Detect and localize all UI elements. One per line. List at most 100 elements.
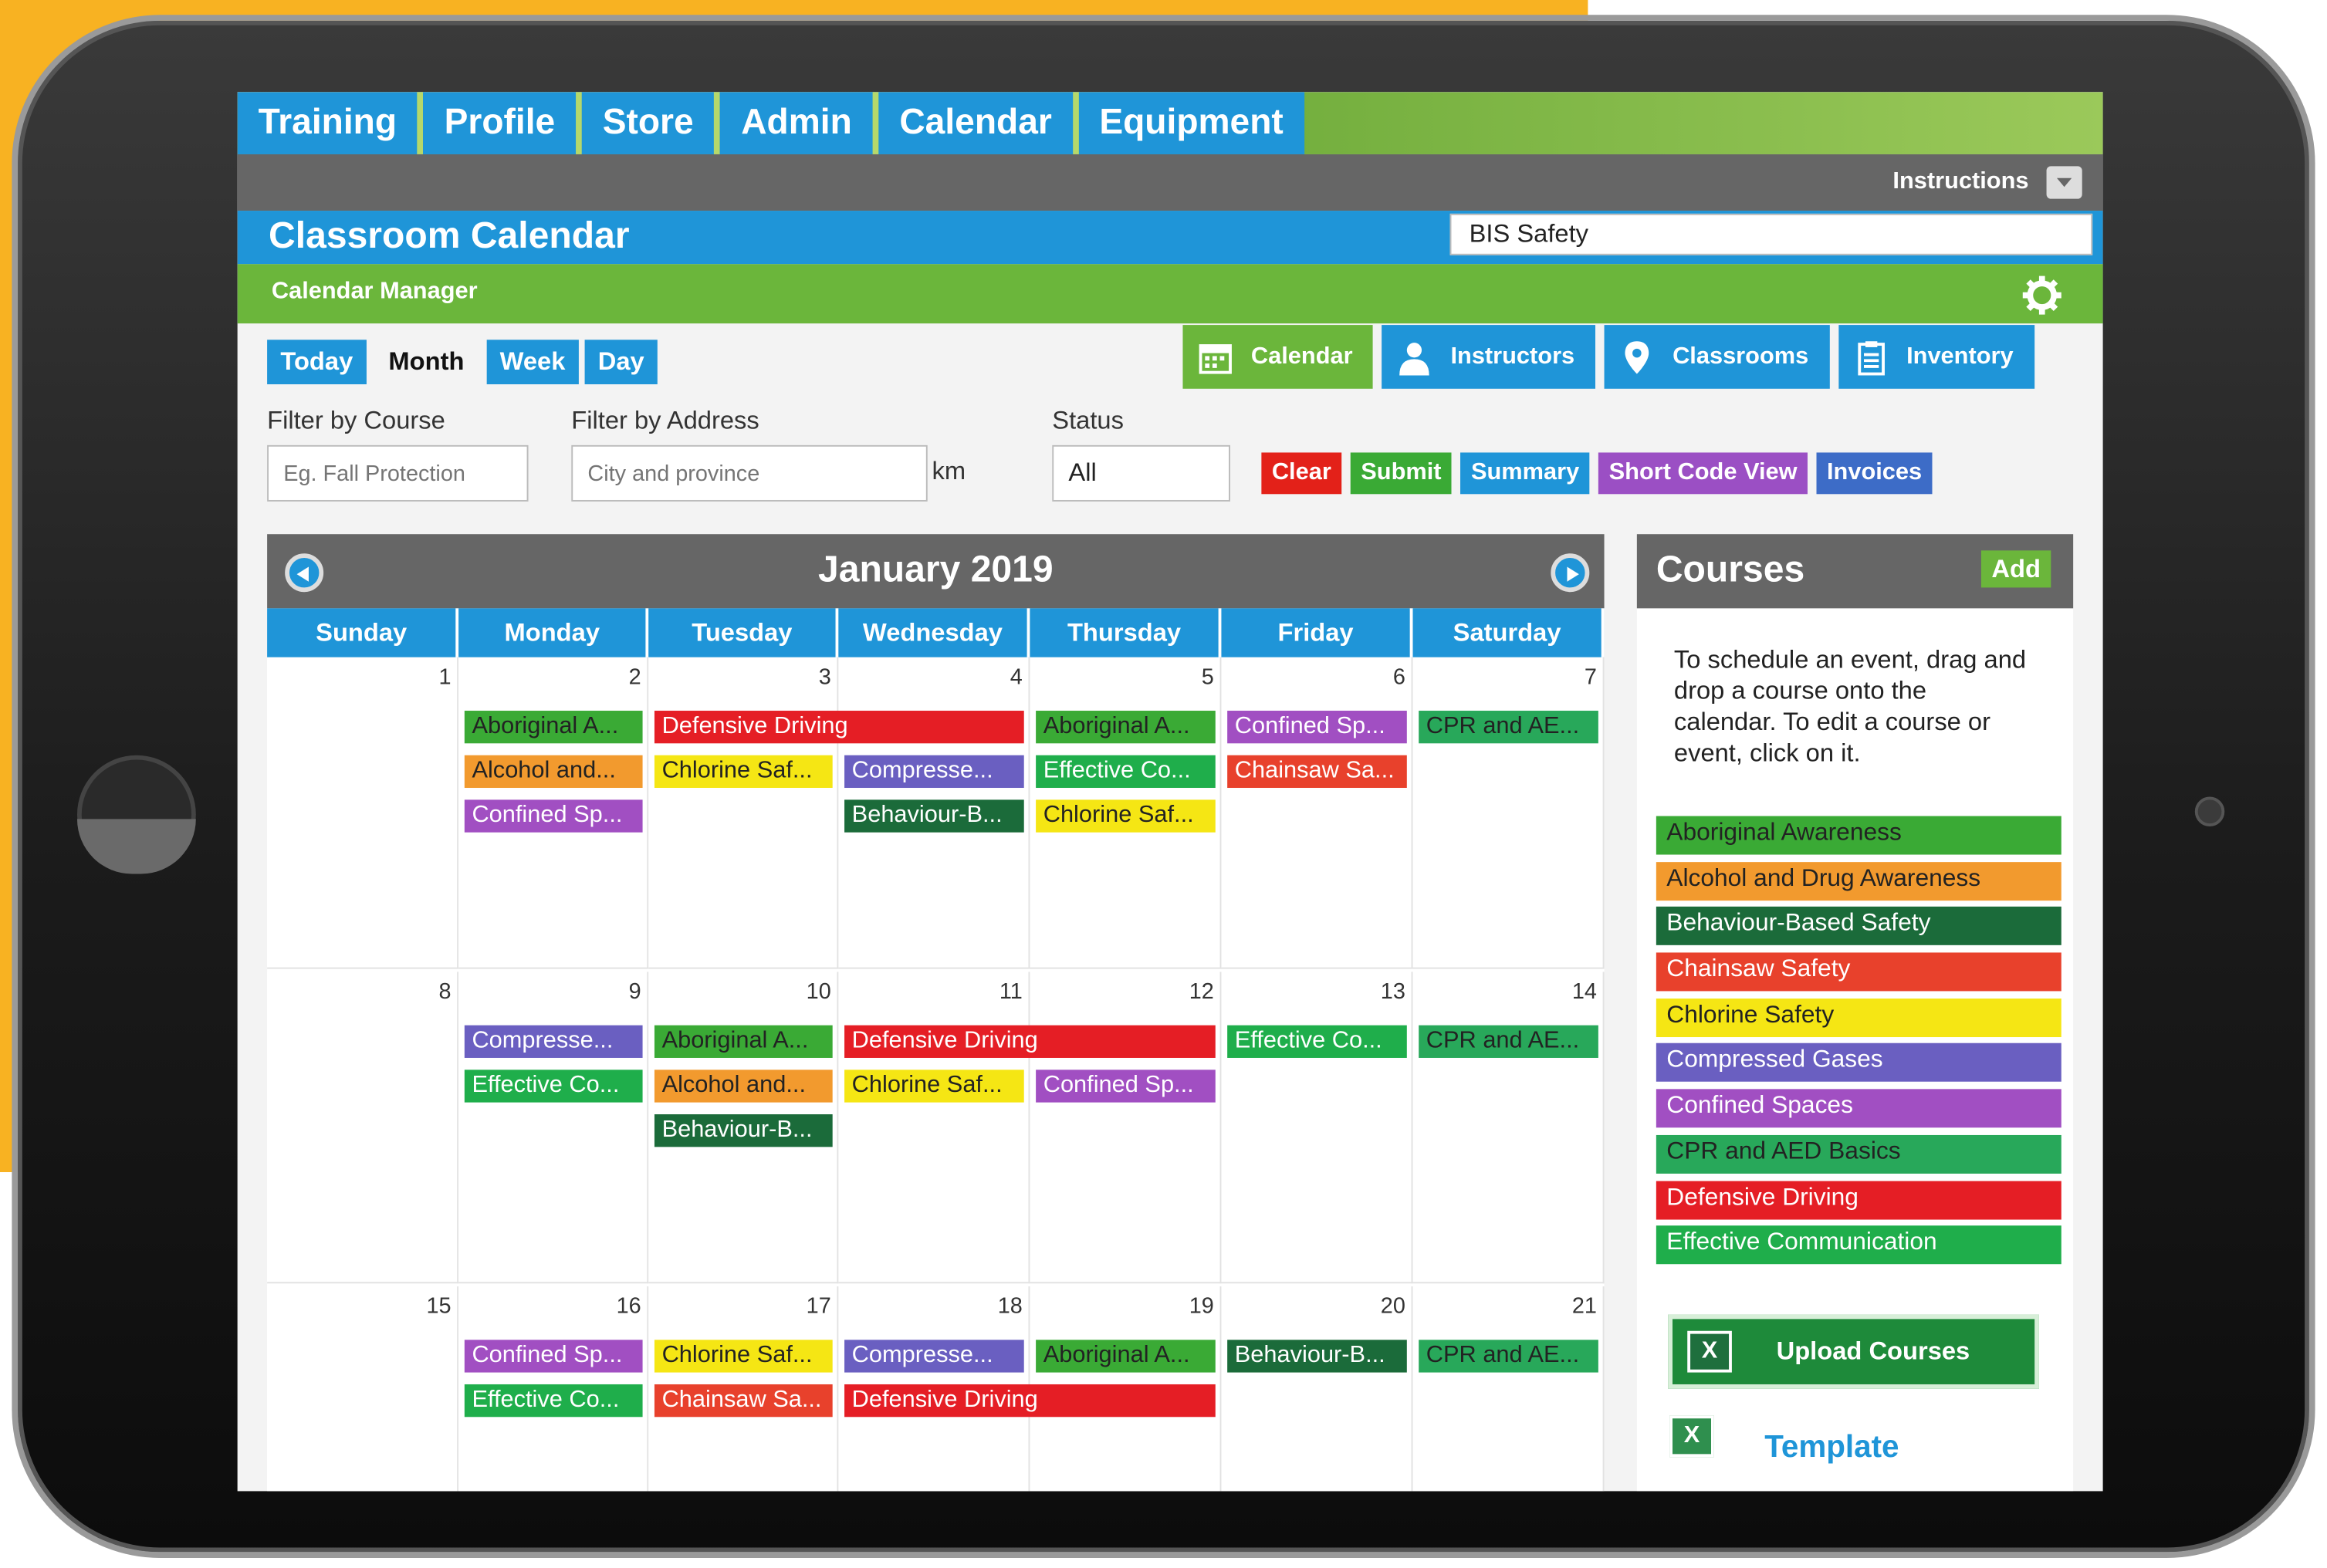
- day-cell[interactable]: 14: [1412, 972, 1605, 1284]
- day-number: 12: [1189, 979, 1214, 1005]
- filter-course-input[interactable]: [267, 444, 529, 502]
- tab-instructors[interactable]: Instructors: [1382, 325, 1596, 389]
- day-cell[interactable]: 8: [267, 972, 459, 1284]
- add-course-button[interactable]: Add: [1980, 550, 2051, 588]
- page-subtitle: Calendar Manager: [271, 279, 478, 305]
- event-effective[interactable]: Effective Co...: [464, 1384, 643, 1418]
- course-item-chlorine[interactable]: Chlorine Safety: [1656, 998, 2061, 1037]
- event-cpr[interactable]: CPR and AE...: [1419, 711, 1598, 744]
- tab-label: Inventory: [1906, 343, 2014, 369]
- nav-tab-training[interactable]: Training: [238, 92, 424, 154]
- gear-icon[interactable]: [2021, 275, 2063, 316]
- event-behaviour[interactable]: Behaviour-B...: [1227, 1340, 1407, 1373]
- course-item-cpr[interactable]: CPR and AED Basics: [1656, 1134, 2061, 1174]
- course-item-chainsaw[interactable]: Chainsaw Safety: [1656, 952, 2061, 992]
- course-item-confined[interactable]: Confined Spaces: [1656, 1089, 2061, 1128]
- day-cell[interactable]: 3: [648, 657, 839, 969]
- day-cell[interactable]: 20: [1221, 1286, 1413, 1492]
- tab-classrooms[interactable]: Classrooms: [1604, 325, 1830, 389]
- day-cell[interactable]: 12: [1030, 972, 1222, 1284]
- instructions-bar: Instructions: [237, 154, 2103, 211]
- next-month-icon[interactable]: [1551, 553, 1590, 593]
- event-alcohol[interactable]: Alcohol and...: [654, 1070, 833, 1103]
- event-confined[interactable]: Confined Sp...: [464, 1340, 643, 1373]
- event-defensive[interactable]: Defensive Driving: [844, 1025, 1216, 1058]
- event-compressed[interactable]: Compresse...: [844, 755, 1024, 789]
- nav-tab-profile[interactable]: Profile: [424, 92, 582, 154]
- view-tab-month[interactable]: Month: [372, 340, 481, 385]
- template-link[interactable]: Template: [1764, 1431, 1899, 1466]
- day-cell[interactable]: 6: [1221, 657, 1413, 969]
- event-alcohol[interactable]: Alcohol and...: [464, 755, 643, 789]
- day-cell[interactable]: 13: [1221, 972, 1413, 1284]
- course-item-effective[interactable]: Effective Communication: [1656, 1225, 2061, 1265]
- invoices-button[interactable]: Invoices: [1816, 452, 1933, 495]
- day-cell[interactable]: 7: [1412, 657, 1605, 969]
- section-tabs: Calendar Instructors Classrooms Inventory: [1182, 325, 2034, 389]
- day-number: 6: [1392, 664, 1405, 691]
- event-defensive[interactable]: Defensive Driving: [844, 1384, 1216, 1418]
- clear-button[interactable]: Clear: [1261, 452, 1342, 495]
- day-number: 4: [1010, 664, 1023, 691]
- filter-address-input[interactable]: [571, 444, 928, 502]
- event-confined[interactable]: Confined Sp...: [1227, 711, 1407, 744]
- event-aboriginal[interactable]: Aboriginal A...: [464, 711, 643, 744]
- event-chainsaw[interactable]: Chainsaw Sa...: [654, 1384, 833, 1418]
- nav-tab-equipment[interactable]: Equipment: [1078, 92, 1304, 154]
- event-chlorine[interactable]: Chlorine Saf...: [654, 755, 833, 789]
- event-defensive[interactable]: Defensive Driving: [654, 711, 1024, 744]
- nav-tab-calendar[interactable]: Calendar: [878, 92, 1079, 154]
- event-behaviour[interactable]: Behaviour-B...: [654, 1114, 833, 1147]
- event-aboriginal[interactable]: Aboriginal A...: [1036, 1340, 1216, 1373]
- event-cpr[interactable]: CPR and AE...: [1419, 1340, 1598, 1373]
- day-number: 17: [806, 1293, 831, 1320]
- nav-tab-admin[interactable]: Admin: [720, 92, 879, 154]
- day-number: 20: [1380, 1293, 1405, 1320]
- course-item-aboriginal[interactable]: Aboriginal Awareness: [1656, 816, 2061, 855]
- status-select[interactable]: All: [1052, 444, 1231, 502]
- day-cell[interactable]: 21: [1412, 1286, 1605, 1492]
- event-confined[interactable]: Confined Sp...: [464, 799, 643, 833]
- event-aboriginal[interactable]: Aboriginal A...: [654, 1025, 833, 1058]
- submit-button[interactable]: Submit: [1350, 452, 1452, 495]
- tab-inventory[interactable]: Inventory: [1838, 325, 2034, 389]
- course-item-alcohol[interactable]: Alcohol and Drug Awareness: [1656, 861, 2061, 901]
- organization-field[interactable]: [1449, 213, 2093, 255]
- instructions-toggle[interactable]: Instructions: [1892, 166, 2082, 199]
- day-number: 11: [999, 979, 1023, 1005]
- day-cell[interactable]: 15: [267, 1286, 459, 1492]
- view-tab-week[interactable]: Week: [486, 340, 579, 385]
- day-cell[interactable]: 11: [838, 972, 1030, 1284]
- event-effective[interactable]: Effective Co...: [1227, 1025, 1407, 1058]
- tab-calendar[interactable]: Calendar: [1182, 325, 1374, 389]
- event-aboriginal[interactable]: Aboriginal A...: [1036, 711, 1216, 744]
- course-item-compressed[interactable]: Compressed Gases: [1656, 1043, 2061, 1083]
- course-item-defensive[interactable]: Defensive Driving: [1656, 1180, 2061, 1219]
- nav-tab-store[interactable]: Store: [582, 92, 721, 154]
- summary-button[interactable]: Summary: [1460, 452, 1590, 495]
- filter-address-label: Filter by Address: [571, 406, 759, 435]
- event-cpr[interactable]: CPR and AE...: [1419, 1025, 1598, 1058]
- weekday-tuesday: Tuesday: [648, 608, 839, 657]
- event-compressed[interactable]: Compresse...: [844, 1340, 1024, 1373]
- view-tab-today[interactable]: Today: [267, 340, 367, 385]
- event-effective[interactable]: Effective Co...: [1036, 755, 1216, 789]
- week-row: 15 16 17 18 19 20 21 Confined Sp... Effective Co…: [267, 1286, 1605, 1492]
- course-item-behaviour[interactable]: Behaviour-Based Safety: [1656, 907, 2061, 946]
- view-tab-day[interactable]: Day: [584, 340, 658, 385]
- event-compressed[interactable]: Compresse...: [464, 1025, 643, 1058]
- upload-courses-button[interactable]: X Upload Courses: [1668, 1314, 2039, 1389]
- event-chlorine[interactable]: Chlorine Saf...: [844, 1070, 1024, 1103]
- tab-label: Instructors: [1450, 343, 1575, 369]
- event-behaviour[interactable]: Behaviour-B...: [844, 799, 1024, 833]
- event-chlorine[interactable]: Chlorine Saf...: [654, 1340, 833, 1373]
- short-code-view-button[interactable]: Short Code View: [1598, 452, 1808, 495]
- event-chainsaw[interactable]: Chainsaw Sa...: [1227, 755, 1407, 789]
- home-button[interactable]: [76, 755, 196, 874]
- day-cell[interactable]: 1: [267, 657, 459, 969]
- event-chlorine[interactable]: Chlorine Saf...: [1036, 799, 1216, 833]
- event-effective[interactable]: Effective Co...: [464, 1070, 643, 1103]
- day-cell[interactable]: 9: [458, 972, 649, 1284]
- event-confined[interactable]: Confined Sp...: [1036, 1070, 1216, 1103]
- day-number: 14: [1571, 979, 1597, 1005]
